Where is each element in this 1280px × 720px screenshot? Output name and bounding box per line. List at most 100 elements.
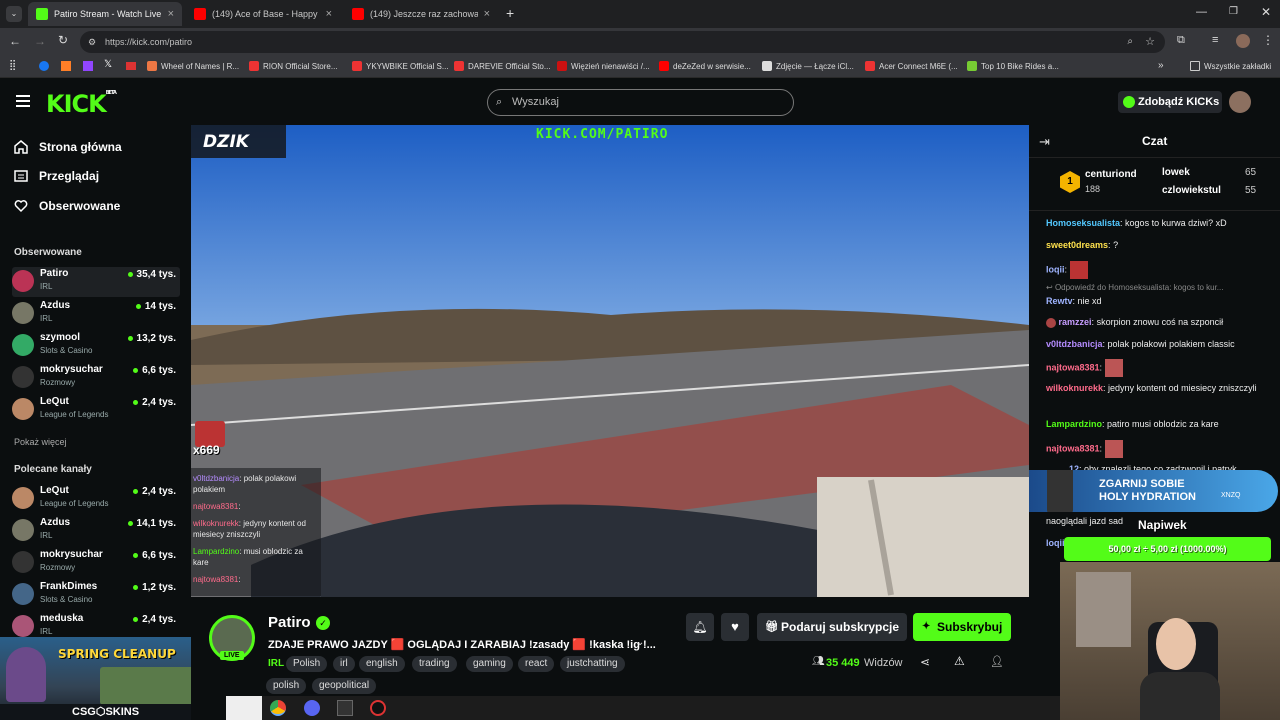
all-bookmarks-folder[interactable]: Wszystkie zakładki [1190,61,1271,71]
bookmark-icon[interactable] [126,62,136,70]
collapse-chat-icon[interactable]: ⇥ [1039,134,1050,150]
browser-tab[interactable]: (149) Ace of Base - Happy Natio × [186,2,340,26]
browser-tab[interactable]: Patiro Stream - Watch Live on K × [28,2,182,26]
forward-icon[interactable]: → [34,34,46,48]
facebook-icon[interactable] [39,61,49,71]
show-more-link[interactable]: Pokaż więcej [14,437,67,447]
tag[interactable]: geopolitical [312,678,377,694]
gift-sub-button[interactable]: 🎁︎ Podaruj subskrypcje [757,613,907,641]
recommended-channel[interactable]: mokrysuchar Rozmowy 6,6 tys. [12,548,180,578]
nav-browse[interactable]: Przeglądaj [14,169,99,183]
new-tab-icon[interactable]: + [506,5,514,21]
app-taskbar-icon[interactable] [370,700,386,716]
maximize-window-icon[interactable]: ❐ [1229,6,1238,17]
nav-label: Strona główna [39,140,122,154]
notification-bell-button[interactable]: 🔔︎ [686,613,714,641]
followed-channel[interactable]: mokrysuchar Rozmowy 6,6 tys. [12,363,180,393]
chevron-down-icon[interactable]: ⌄ [636,637,644,648]
chat-username[interactable]: Rewtv [1046,296,1073,306]
user-avatar[interactable] [1229,91,1251,113]
tag[interactable]: justchatting [560,656,625,672]
chat-username[interactable]: loqii [1046,264,1065,274]
twitch-icon[interactable] [83,61,93,71]
tag[interactable]: english [359,656,405,672]
tag[interactable]: irl [333,656,355,672]
tab-search-button[interactable]: ⌄ [6,6,22,22]
tag[interactable]: Polish [286,656,328,672]
chat-username[interactable]: najtowa8381 [1046,362,1100,372]
browser-tab[interactable]: (149) Jeszcze raz zachowasz się × [344,2,498,26]
extensions-icon[interactable]: ⧉ [1177,34,1185,47]
recommended-channel[interactable]: FrankDimes Slots & Casino 1,2 tys. [12,580,180,610]
discord-taskbar-icon[interactable] [304,700,320,716]
store-icon [249,61,259,71]
bookmark-item[interactable]: deZeZed w serwisie... [659,61,751,71]
back-icon[interactable]: ← [9,34,21,48]
zoom-icon[interactable]: ⌕ [1127,31,1133,53]
leader-name[interactable]: czlowiekstul [1162,185,1221,196]
close-window-icon[interactable]: ✕ [1261,5,1271,19]
follow-heart-button[interactable]: ♥ [721,613,749,641]
get-kicks-button[interactable]: Zdobądź KICKs [1118,91,1222,113]
bookmark-icon[interactable] [61,61,71,71]
followed-channel[interactable]: szymool Slots & Casino 13,2 tys. [12,331,180,361]
recommended-channel[interactable]: Azdus IRL 14,1 tys. [12,516,180,546]
leader-name[interactable]: lowek [1162,167,1190,178]
media-icon[interactable]: ≡ [1212,34,1218,46]
chat-username[interactable]: loqii [1046,538,1065,548]
kick-logo[interactable]: KICKBETA [46,90,117,118]
profile-avatar[interactable] [1236,34,1250,48]
bookmark-item[interactable]: Wheel of Names | R... [147,61,239,71]
webcam-feed [1060,562,1280,720]
close-tab-icon[interactable]: × [484,8,490,20]
close-tab-icon[interactable]: × [168,8,174,20]
subscribe-button[interactable]: ✦ Subskrybuj [913,613,1011,641]
terminal-taskbar-icon[interactable] [337,700,353,716]
chat-username[interactable]: wilkoknurekk [1046,383,1103,393]
more-bookmarks-icon[interactable]: » [1158,60,1164,71]
bookmark-item[interactable]: Top 10 Bike Rides a... [967,61,1059,71]
leader-name[interactable]: centuriond [1085,169,1137,180]
menu-icon[interactable]: ⋮ [1262,33,1274,47]
tag[interactable]: react [518,656,555,672]
site-info-icon[interactable]: ⚙ [88,31,96,53]
followed-channel[interactable]: Azdus IRL 14 tys. [12,299,180,329]
stream-category[interactable]: IRL [268,658,284,669]
nav-home[interactable]: Strona główna [14,140,122,154]
minimize-window-icon[interactable]: — [1196,6,1207,18]
chat-username[interactable]: Homoseksualista [1046,218,1120,228]
bookmark-item[interactable]: Zdjęcie — Łącze iCl... [762,61,854,71]
bookmark-star-icon[interactable]: ☆ [1145,31,1155,53]
followed-channel[interactable]: Patiro IRL 35,4 tys. [12,267,180,297]
recommended-channel[interactable]: LeQut League of Legends 2,4 tys. [12,484,180,514]
x-icon[interactable]: 𝕏 [104,59,112,70]
search-input[interactable]: ⌕ Wyszukaj [487,89,794,116]
close-tab-icon[interactable]: × [326,8,332,20]
nav-following[interactable]: Obserwowane [14,199,120,213]
chat-username[interactable]: ramzzei [1059,317,1092,327]
tag[interactable]: polish [266,678,307,694]
chat-username[interactable]: najtowa8381 [1046,443,1100,453]
bookmark-item[interactable]: Więzień nienawiści /... [557,61,650,71]
bookmark-item[interactable]: RION Official Store... [249,61,338,71]
address-bar[interactable]: ⚙ https://kick.com/patiro ⌕ ☆ [80,31,1165,53]
user-settings-icon[interactable]: 👤︎ [990,655,1004,668]
chat-username[interactable]: sweet0dreams [1046,240,1108,250]
chrome-taskbar-icon[interactable] [270,700,286,716]
report-icon[interactable]: ⚠ [954,654,965,668]
bookmark-item[interactable]: YKYWBIKE Official S... [352,61,449,71]
reload-icon[interactable]: ↻ [58,33,68,47]
video-player[interactable]: DZIK KICK.COM/PATIRO x669 v0ltdzbanicja:… [191,125,1029,597]
streamer-name[interactable]: Patiro [268,614,311,631]
chat-username[interactable]: Lampardzino [1046,419,1102,429]
hamburger-menu-icon[interactable] [16,95,30,107]
share-icon[interactable]: ⋖ [920,655,930,669]
chat-username[interactable]: v0ltdzbanicja [1046,339,1103,349]
tag[interactable]: gaming [466,656,513,672]
apps-icon[interactable]: ⣿ [9,60,16,71]
sponsor-banner[interactable]: ZGARNIJ SOBIE HOLY HYDRATION XNZQ [1029,470,1278,512]
bookmark-item[interactable]: DAREVIE Official Sto... [454,61,551,71]
followed-channel[interactable]: LeQut League of Legends 2,4 tys. [12,395,180,425]
bookmark-item[interactable]: Acer Connect M6E (... [865,61,958,71]
tag[interactable]: trading [412,656,457,672]
